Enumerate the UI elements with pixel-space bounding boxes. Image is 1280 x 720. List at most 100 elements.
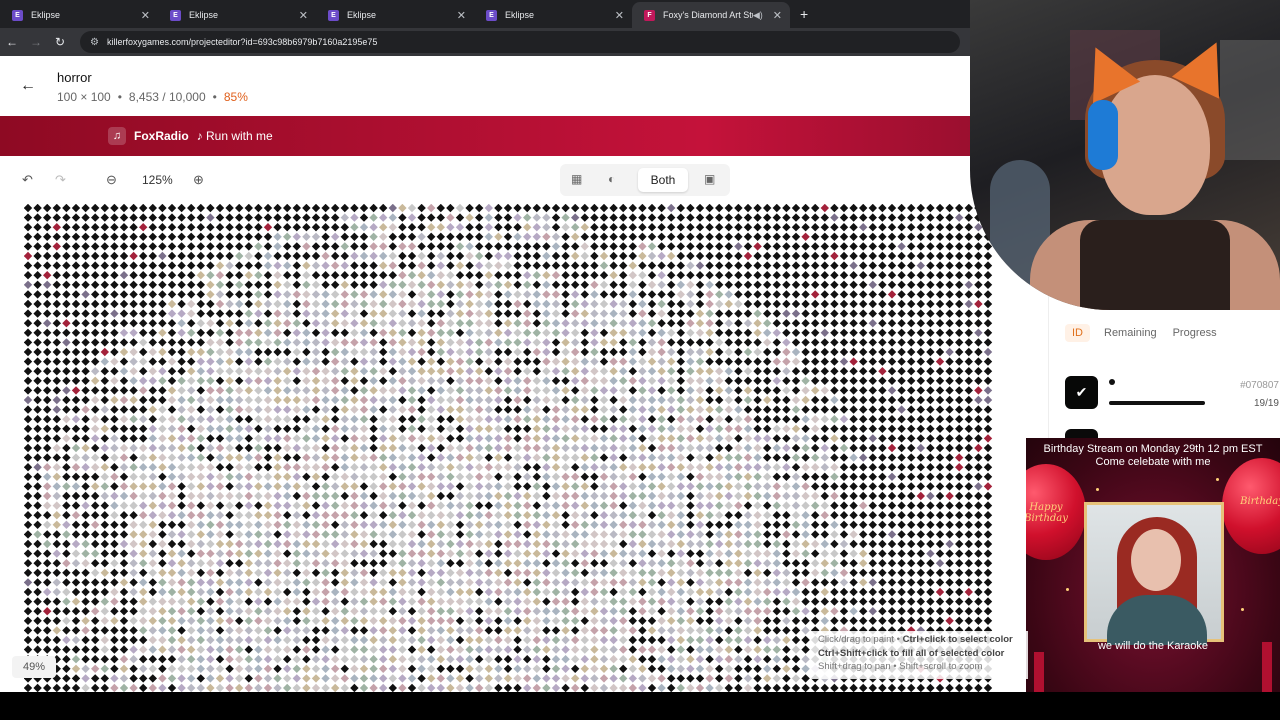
diamond-cell[interactable] [907,578,916,587]
diamond-cell[interactable] [331,578,340,587]
diamond-cell[interactable] [974,578,983,587]
diamond-cell[interactable] [292,395,301,405]
diamond-cell[interactable] [609,251,618,261]
diamond-cell[interactable] [571,453,580,462]
diamond-cell[interactable] [417,213,426,222]
diamond-cell[interactable] [388,424,397,433]
diamond-cell[interactable] [494,309,503,318]
diamond-cell[interactable] [292,280,301,289]
diamond-cell[interactable] [100,395,109,405]
diamond-cell[interactable] [24,453,33,462]
diamond-cell[interactable] [811,395,820,405]
diamond-cell[interactable] [945,347,954,357]
diamond-cell[interactable] [455,347,465,357]
diamond-cell[interactable] [158,491,167,501]
diamond-cell[interactable] [647,635,657,645]
diamond-cell[interactable] [791,386,801,395]
diamond-cell[interactable] [830,405,839,414]
diamond-cell[interactable] [628,472,637,481]
diamond-cell[interactable] [215,242,225,251]
diamond-cell[interactable] [187,299,196,309]
diamond-cell[interactable] [455,501,465,510]
diamond-cell[interactable] [561,280,570,289]
diamond-cell[interactable] [225,424,234,433]
diamond-cell[interactable] [628,578,637,587]
diamond-cell[interactable] [667,261,676,270]
diamond-cell[interactable] [916,453,925,462]
diamond-cell[interactable] [638,232,647,241]
diamond-cell[interactable] [715,539,724,549]
diamond-cell[interactable] [62,472,71,481]
diamond-cell[interactable] [273,405,282,414]
diamond-cell[interactable] [62,261,71,270]
diamond-cell[interactable] [455,415,465,424]
diamond-cell[interactable] [91,271,100,280]
diamond-cell[interactable] [494,319,503,328]
diamond-cell[interactable] [407,347,417,357]
diamond-cell[interactable] [734,223,743,232]
diamond-cell[interactable] [71,539,81,549]
diamond-cell[interactable] [724,578,733,587]
diamond-cell[interactable] [187,587,196,597]
diamond-cell[interactable] [772,271,781,280]
diamond-cell[interactable] [388,597,397,606]
diamond-cell[interactable] [830,443,839,453]
diamond-cell[interactable] [676,347,685,357]
diamond-cell[interactable] [475,568,484,577]
diamond-cell[interactable] [148,655,157,664]
diamond-cell[interactable] [71,520,81,529]
diamond-cell[interactable] [139,559,148,568]
diamond-cell[interactable] [225,232,234,241]
diamond-cell[interactable] [580,309,589,318]
diamond-cell[interactable] [734,328,743,337]
diamond-cell[interactable] [398,347,407,357]
diamond-cell[interactable] [532,338,541,347]
diamond-cell[interactable] [667,559,676,568]
diamond-cell[interactable] [820,434,829,443]
diamond-cell[interactable] [311,424,321,433]
diamond-cell[interactable] [129,271,138,280]
diamond-cell[interactable] [724,386,733,395]
diamond-cell[interactable] [638,549,647,558]
diamond-cell[interactable] [609,472,618,481]
diamond-cell[interactable] [763,309,772,318]
diamond-cell[interactable] [187,482,196,491]
diamond-cell[interactable] [263,309,273,318]
diamond-cell[interactable] [465,261,474,270]
diamond-cell[interactable] [263,453,273,462]
diamond-cell[interactable] [878,290,887,299]
diamond-cell[interactable] [494,626,503,635]
diamond-cell[interactable] [772,434,781,443]
diamond-cell[interactable] [955,607,964,616]
diamond-cell[interactable] [811,607,820,616]
diamond-cell[interactable] [561,434,570,443]
diamond-cell[interactable] [782,223,791,232]
diamond-cell[interactable] [647,511,657,520]
diamond-cell[interactable] [119,319,129,328]
diamond-cell[interactable] [638,424,647,433]
diamond-cell[interactable] [619,635,628,645]
diamond-cell[interactable] [532,319,541,328]
diamond-cell[interactable] [523,204,532,213]
diamond-cell[interactable] [321,645,330,654]
diamond-cell[interactable] [791,453,801,462]
diamond-cell[interactable] [110,549,119,558]
diamond-cell[interactable] [494,424,503,433]
diamond-cell[interactable] [110,463,119,472]
diamond-cell[interactable] [542,587,551,597]
diamond-cell[interactable] [455,376,465,385]
diamond-cell[interactable] [753,347,762,357]
diamond-cell[interactable] [494,357,503,366]
diamond-cell[interactable] [407,463,417,472]
diamond-cell[interactable] [849,443,858,453]
diamond-cell[interactable] [609,290,618,299]
diamond-cell[interactable] [177,530,186,539]
diamond-cell[interactable] [206,290,215,299]
diamond-cell[interactable] [715,463,724,472]
diamond-cell[interactable] [638,607,647,616]
diamond-cell[interactable] [551,415,561,424]
diamond-cell[interactable] [311,597,321,606]
diamond-cell[interactable] [638,530,647,539]
diamond-cell[interactable] [811,587,820,597]
diamond-cell[interactable] [43,501,52,510]
